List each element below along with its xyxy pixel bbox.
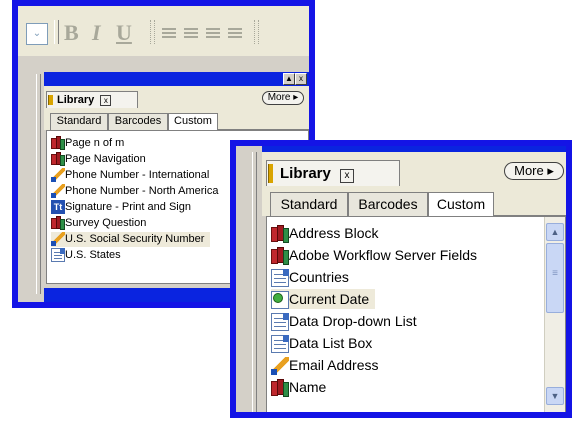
list-item-label: Phone Number - North America — [65, 185, 219, 197]
dock-splitter[interactable] — [252, 152, 257, 412]
scroll-up-button[interactable]: ▲ — [546, 223, 564, 241]
book-icon — [51, 216, 65, 231]
library-title: Library — [57, 94, 95, 106]
scroll-thumb[interactable]: ≡ — [546, 243, 564, 313]
tab-standard[interactable]: Standard — [50, 113, 108, 130]
library-panel-titlebar[interactable]: ▲ x — [44, 72, 309, 86]
list-item-label: Email Address — [289, 357, 379, 373]
underline-button[interactable]: U — [116, 20, 132, 46]
book-icon — [51, 152, 65, 167]
list-item[interactable]: Data Drop-down List — [271, 311, 417, 332]
library-close-icon[interactable]: x — [340, 169, 355, 183]
list-item-selected[interactable]: Current Date — [271, 289, 376, 310]
pen-icon — [271, 357, 289, 376]
dock-splitter[interactable] — [36, 74, 41, 294]
list-item-label: Page Navigation — [65, 153, 146, 165]
pen-icon — [51, 232, 65, 247]
list-item-label: U.S. Social Security Number — [65, 233, 205, 245]
vertical-scrollbar[interactable]: ▲ ≡ ▼ — [544, 217, 565, 412]
list-item[interactable]: Address Block — [271, 223, 378, 243]
list-icon — [51, 248, 65, 263]
list-item-selected[interactable]: U.S. Social Security Number — [51, 232, 211, 247]
list-item-label: Adobe Workflow Server Fields — [289, 247, 478, 263]
list-icon — [271, 269, 289, 288]
signature-icon: Tt — [51, 200, 65, 215]
tab-barcodes[interactable]: Barcodes — [108, 113, 168, 130]
library-title: Library — [280, 165, 331, 182]
toolbar-grip[interactable] — [54, 20, 59, 44]
align-right-icon[interactable] — [206, 28, 220, 38]
close-icon[interactable]: x — [295, 73, 307, 85]
list-item-label: Data Drop-down List — [289, 313, 417, 329]
list-item-label: Current Date — [289, 291, 370, 307]
list-item[interactable]: Page n of m — [51, 136, 124, 151]
list-item[interactable]: Tt Signature - Print and Sign — [51, 200, 191, 215]
list-item-label: Data List Box — [289, 335, 373, 351]
list-item[interactable]: U.S. States — [51, 248, 121, 263]
library-close-icon[interactable]: x — [100, 95, 112, 106]
list-item-label: Phone Number - International — [65, 169, 210, 181]
pen-icon — [51, 168, 65, 183]
library-tab[interactable]: Library x — [46, 91, 138, 108]
list-item[interactable]: Adobe Workflow Server Fields — [271, 245, 477, 265]
list-item[interactable]: Phone Number - North America — [51, 184, 218, 199]
list-item-label: Survey Question — [65, 217, 147, 229]
tab-custom[interactable]: Custom — [168, 113, 218, 130]
list-item-label: Page n of m — [65, 137, 125, 149]
list-item[interactable]: Name — [271, 377, 326, 397]
list-item[interactable]: Email Address — [271, 355, 379, 376]
book-icon — [51, 136, 65, 151]
list-item-label: U.S. States — [65, 249, 121, 261]
toolbar-separator — [254, 20, 259, 44]
list-item-label: Countries — [289, 269, 349, 285]
justify-icon[interactable] — [228, 28, 242, 38]
library-tab[interactable]: Library x — [266, 160, 400, 186]
tab-custom[interactable]: Custom — [428, 192, 494, 216]
more-button[interactable]: More ▸ — [262, 91, 304, 105]
library-tab-marker — [268, 164, 273, 183]
pen-icon — [51, 184, 65, 199]
formatting-toolbar: ⌄ B I U — [18, 6, 309, 57]
library-tab-marker — [48, 95, 53, 105]
list-item[interactable]: Data List Box — [271, 333, 373, 354]
library-item-list: Address Block Adobe Workflow Server Fiel… — [266, 216, 566, 412]
list-icon — [271, 335, 289, 354]
scroll-grip-icon: ≡ — [552, 268, 558, 279]
library-category-tabs: Standard Barcodes Custom — [262, 186, 566, 216]
library-panel-header: Library x More ▸ — [262, 152, 566, 186]
book-icon — [271, 225, 289, 243]
italic-button[interactable]: I — [92, 20, 101, 46]
book-icon — [271, 379, 289, 397]
font-dropdown-button[interactable]: ⌄ — [26, 23, 48, 45]
library-category-tabs: Standard Barcodes Custom — [44, 108, 309, 130]
calculator-icon — [271, 291, 289, 310]
list-icon — [271, 313, 289, 332]
align-left-icon[interactable] — [162, 28, 176, 38]
list-item-label: Signature - Print and Sign — [65, 201, 191, 213]
list-item[interactable]: Phone Number - International — [51, 168, 209, 183]
list-item-label: Address Block — [289, 225, 379, 241]
book-icon — [271, 247, 289, 265]
list-item[interactable]: Countries — [271, 267, 349, 288]
list-item[interactable]: Page Navigation — [51, 152, 146, 167]
list-item[interactable]: Survey Question — [51, 216, 146, 231]
align-center-icon[interactable] — [184, 28, 198, 38]
scroll-down-button[interactable]: ▼ — [546, 387, 564, 405]
zoomed-screenshot: Library x More ▸ Standard Barcodes Custo… — [230, 140, 572, 418]
more-button[interactable]: More ▸ — [504, 162, 564, 180]
toolbar-separator — [150, 20, 155, 44]
tab-barcodes[interactable]: Barcodes — [348, 192, 428, 216]
bold-button[interactable]: B — [64, 20, 79, 46]
list-item-label: Name — [289, 379, 327, 395]
library-panel-header: Library x More ▸ — [44, 86, 309, 108]
tab-standard[interactable]: Standard — [270, 192, 348, 216]
minimize-icon[interactable]: ▲ — [283, 73, 295, 85]
